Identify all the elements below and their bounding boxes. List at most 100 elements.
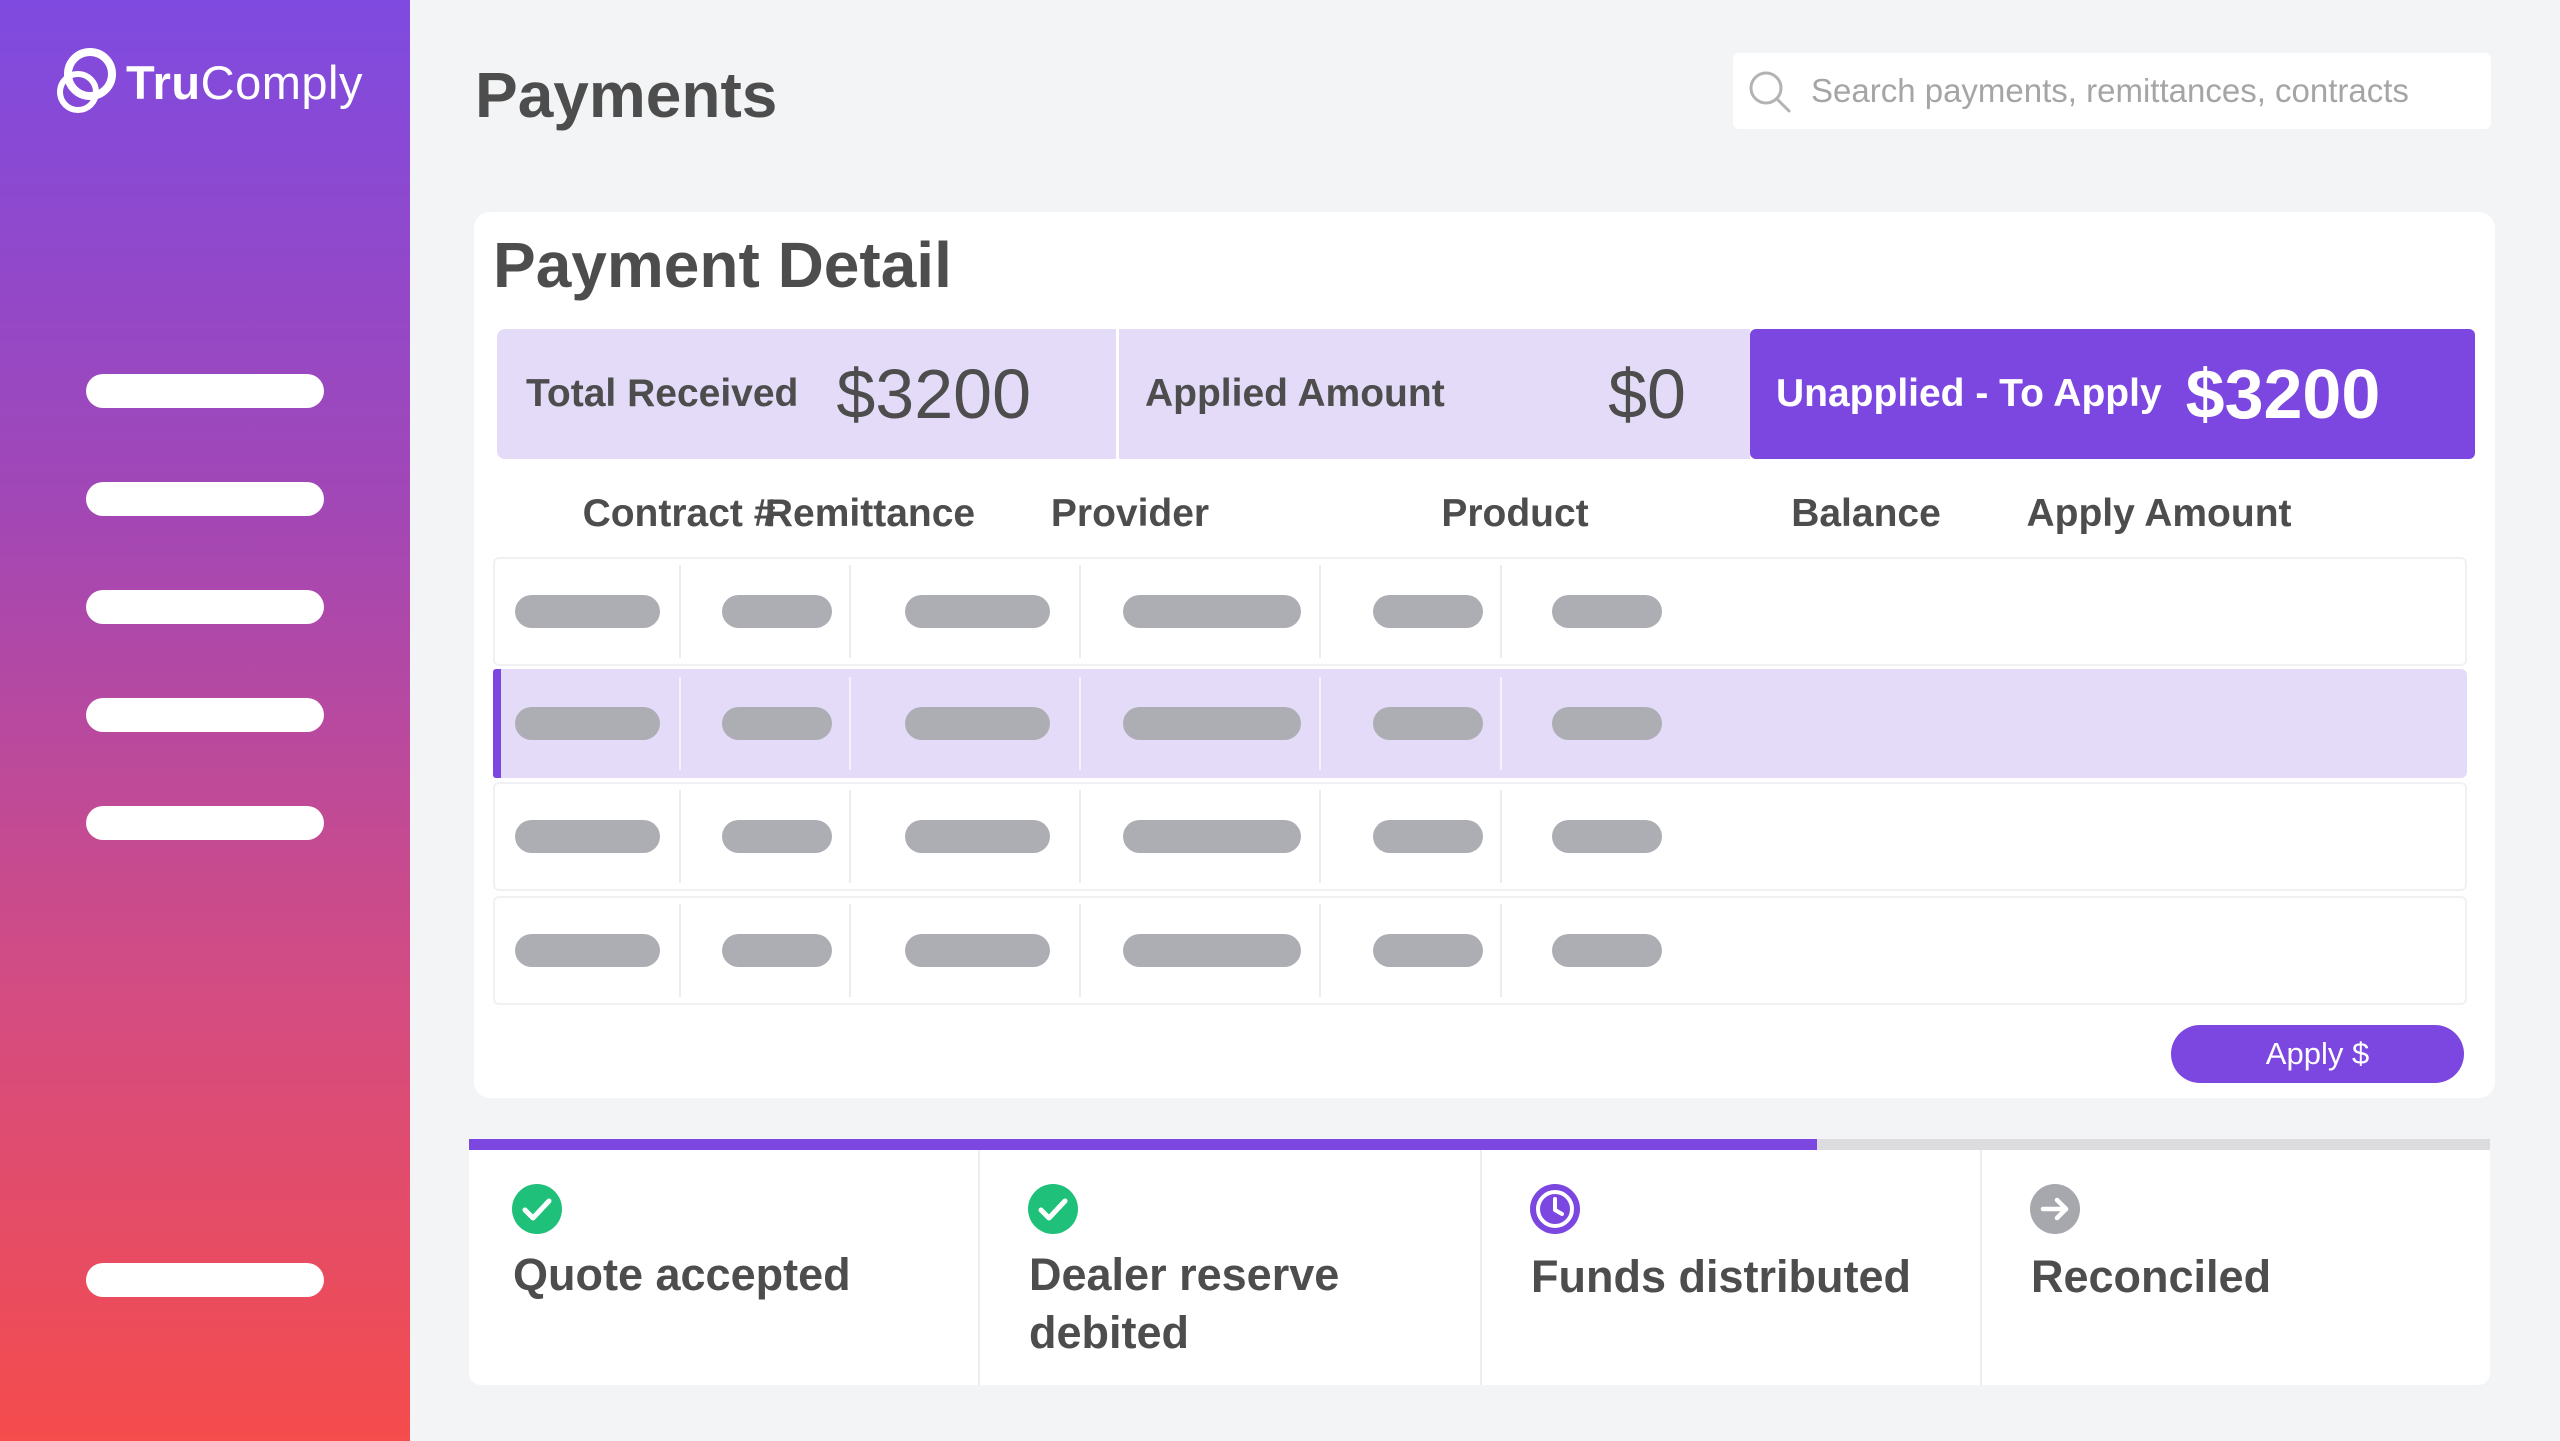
column-separator: [1079, 790, 1081, 883]
logo[interactable]: TruComply: [50, 44, 363, 120]
step-funds-distributed: Funds distributed: [1487, 1150, 1980, 1385]
column-separator: [679, 565, 681, 658]
placeholder-cell: [905, 820, 1050, 853]
column-header-product[interactable]: Product: [1441, 492, 1588, 536]
placeholder-cell: [1373, 934, 1483, 967]
table-header: Contract # Remittance Provider Product B…: [493, 492, 2473, 552]
applied-amount-value: $0: [1608, 355, 1686, 433]
placeholder-cell: [1552, 707, 1662, 740]
column-header-apply-amount[interactable]: Apply Amount: [2026, 492, 2291, 536]
total-received-label: Total Received: [526, 372, 799, 415]
placeholder-cell: [515, 820, 660, 853]
step-label: Funds distributed: [1531, 1251, 1911, 1302]
table-row[interactable]: [493, 896, 2467, 1005]
payment-summary: Total Received $3200 Applied Amount $0 U…: [497, 329, 2475, 459]
card-title: Payment Detail: [493, 229, 952, 301]
brand-name: TruComply: [126, 55, 363, 109]
step-label: Reconciled: [2031, 1251, 2272, 1302]
column-separator: [849, 677, 851, 770]
placeholder-cell: [515, 707, 660, 740]
sidebar-item-3[interactable]: [86, 590, 324, 624]
column-header-remittance[interactable]: Remittance: [765, 492, 975, 536]
table-row[interactable]: [493, 557, 2467, 666]
column-separator: [1500, 904, 1502, 997]
placeholder-cell: [905, 707, 1050, 740]
sidebar-item-5[interactable]: [86, 806, 324, 840]
total-received: Total Received $3200: [497, 329, 1119, 459]
unapplied-amount: Unapplied - To Apply $3200: [1750, 329, 2475, 459]
sidebar-item-4[interactable]: [86, 698, 324, 732]
sidebar: TruComply: [0, 0, 410, 1441]
placeholder-cell: [1552, 820, 1662, 853]
placeholder-cell: [1552, 934, 1662, 967]
placeholder-cell: [1373, 595, 1483, 628]
sidebar-item-2[interactable]: [86, 482, 324, 516]
column-separator: [679, 790, 681, 883]
column-separator: [1079, 565, 1081, 658]
step-divider: [1980, 1150, 1982, 1385]
placeholder-cell: [722, 820, 832, 853]
unapplied-amount-label: Unapplied - To Apply: [1776, 372, 2162, 415]
placeholder-cell: [1373, 707, 1483, 740]
placeholder-cell: [1123, 820, 1301, 853]
placeholder-cell: [722, 595, 832, 628]
column-separator: [849, 904, 851, 997]
page-title: Payments: [475, 59, 778, 131]
column-separator: [849, 565, 851, 658]
column-separator: [1319, 677, 1321, 770]
progress-track: [469, 1139, 2490, 1150]
step-dealer-reserve-debited: Dealer reserve debited: [985, 1150, 1480, 1385]
step-label: Quote accepted: [513, 1249, 851, 1300]
placeholder-cell: [905, 595, 1050, 628]
sidebar-item-bottom[interactable]: [86, 1263, 324, 1297]
placeholder-cell: [1373, 820, 1483, 853]
unapplied-amount-value: $3200: [2185, 355, 2381, 433]
progress-fill: [469, 1139, 1817, 1150]
placeholder-cell: [1123, 934, 1301, 967]
search-bar[interactable]: [1733, 53, 2491, 129]
step-reconciled: Reconciled: [1987, 1150, 2490, 1385]
placeholder-cell: [515, 934, 660, 967]
search-input[interactable]: [1811, 72, 2451, 110]
column-separator: [1319, 565, 1321, 658]
column-separator: [1500, 677, 1502, 770]
table-row[interactable]: [493, 782, 2467, 891]
step-divider: [978, 1150, 980, 1385]
column-separator: [1079, 677, 1081, 770]
arrow-right-circle-icon: [2029, 1183, 2081, 1235]
step-label: Dealer reserve debited: [1029, 1249, 1340, 1358]
column-separator: [1319, 790, 1321, 883]
column-separator: [679, 677, 681, 770]
placeholder-cell: [1123, 707, 1301, 740]
column-separator: [1079, 904, 1081, 997]
column-separator: [849, 790, 851, 883]
table-row[interactable]: [493, 669, 2467, 778]
placeholder-cell: [1123, 595, 1301, 628]
placeholder-cell: [515, 595, 660, 628]
column-header-contract[interactable]: Contract #: [583, 492, 776, 536]
column-separator: [1500, 790, 1502, 883]
column-header-provider[interactable]: Provider: [1051, 492, 1209, 536]
column-separator: [1500, 565, 1502, 658]
clock-icon: [1529, 1183, 1581, 1235]
total-received-value: $3200: [836, 355, 1032, 433]
column-separator: [1319, 904, 1321, 997]
check-circle-icon: [511, 1183, 563, 1235]
placeholder-cell: [722, 707, 832, 740]
payment-detail-card: Payment Detail Total Received $3200 Appl…: [474, 212, 2495, 1098]
applied-amount-label: Applied Amount: [1145, 372, 1445, 415]
step-quote-accepted: Quote accepted: [469, 1150, 978, 1385]
placeholder-cell: [905, 934, 1050, 967]
applied-amount: Applied Amount $0: [1119, 329, 1750, 459]
column-separator: [679, 904, 681, 997]
search-icon: [1745, 67, 1793, 115]
check-circle-icon: [1027, 1183, 1079, 1235]
column-header-balance[interactable]: Balance: [1791, 492, 1941, 536]
sidebar-item-1[interactable]: [86, 374, 324, 408]
logo-icon: [50, 44, 122, 120]
apply-button[interactable]: Apply $: [2171, 1025, 2464, 1083]
step-divider: [1480, 1150, 1482, 1385]
placeholder-cell: [722, 934, 832, 967]
placeholder-cell: [1552, 595, 1662, 628]
payment-workflow-steps: Quote accepted Dealer reserve debited Fu…: [469, 1139, 2490, 1385]
